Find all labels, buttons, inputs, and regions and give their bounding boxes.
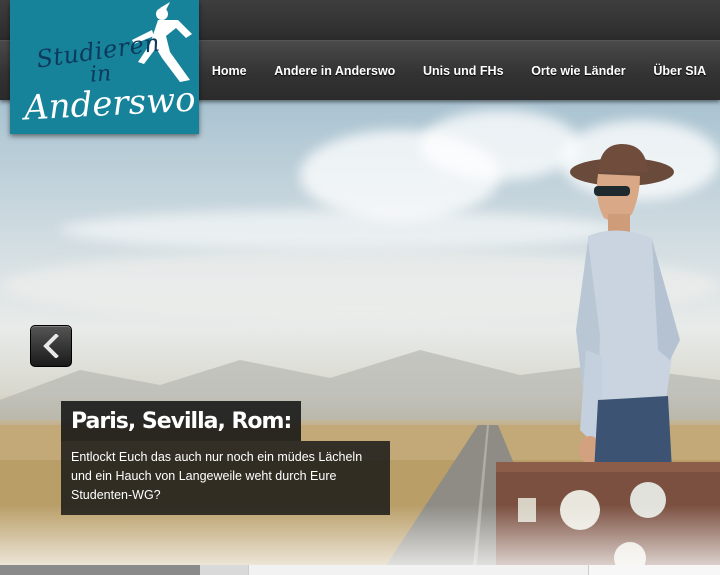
content-area-top-edge <box>0 565 720 575</box>
nav-item-unis-und-fhs[interactable]: Unis und FHs <box>421 60 506 82</box>
content-box-edge <box>200 565 248 575</box>
slide-caption-title: Paris, Sevilla, Rom: <box>61 401 302 441</box>
nav-item-andere-in-anderswo[interactable]: Andere in Anderswo <box>272 60 397 82</box>
content-box-edge <box>0 565 200 575</box>
content-box-edge <box>588 565 720 575</box>
slider-prev-button[interactable] <box>30 325 72 367</box>
traveler-figure <box>496 144 720 575</box>
content-box-edge <box>248 565 588 575</box>
nav-item-ueber-sia[interactable]: Über SIA <box>651 60 708 82</box>
site-logo[interactable]: Studieren in Anderswo <box>10 0 199 134</box>
nav-item-home[interactable]: Home <box>210 60 249 82</box>
chevron-left-icon <box>43 334 59 358</box>
slide-caption-text: Entlockt Euch das auch nur noch ein müde… <box>61 441 390 515</box>
nav-item-orte-wie-laender[interactable]: Orte wie Länder <box>529 60 627 82</box>
nav-list: Home Andere in Anderswo Unis und FHs Ort… <box>198 41 720 101</box>
